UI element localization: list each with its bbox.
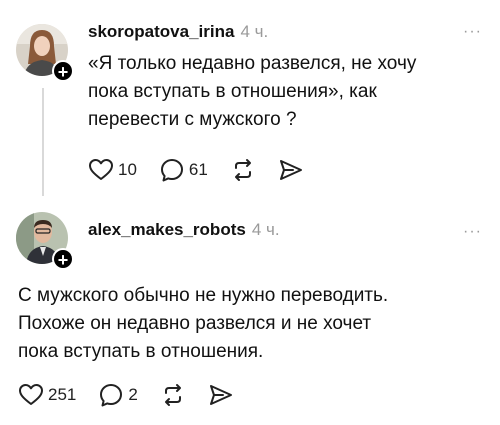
- more-options-icon[interactable]: ···: [463, 24, 482, 40]
- follow-plus-icon[interactable]: +: [52, 60, 74, 82]
- username[interactable]: alex_makes_robots: [88, 220, 246, 240]
- post-text-line: С мужского обычно не нужно переводить.: [18, 285, 389, 306]
- post-text-line: перевести с мужского ?: [88, 109, 297, 130]
- repost-button[interactable]: [160, 383, 186, 407]
- share-icon: [209, 385, 232, 405]
- post-actions: 10 61: [88, 157, 326, 183]
- heart-icon: [19, 384, 43, 405]
- like-count: 10: [118, 160, 137, 179]
- avatar[interactable]: +: [16, 24, 74, 82]
- repost-button[interactable]: [230, 158, 256, 182]
- post-actions: 251 2: [18, 382, 256, 408]
- share-icon: [279, 160, 302, 180]
- heart-icon: [89, 159, 113, 180]
- follow-plus-icon[interactable]: +: [52, 248, 74, 270]
- post-text-line: Похоже он недавно развелся и не хочет: [18, 313, 372, 334]
- thread-line: [42, 88, 44, 196]
- post-text-line: «Я только недавно развелся, не хочу: [88, 53, 417, 74]
- comment-icon: [100, 384, 123, 407]
- like-button[interactable]: 10: [88, 158, 137, 182]
- post-header: skoropatova_irina 4 ч.: [88, 22, 268, 42]
- comment-icon: [160, 159, 183, 182]
- reply-count: 61: [188, 160, 208, 179]
- username[interactable]: skoropatova_irina: [88, 22, 234, 42]
- timestamp: 4 ч.: [240, 22, 269, 41]
- repost-icon: [234, 159, 251, 181]
- post: + alex_makes_robots 4 ч. ··· С мужского …: [0, 200, 500, 425]
- share-button[interactable]: [278, 158, 304, 182]
- reply-button[interactable]: 61: [159, 157, 208, 183]
- reply-button[interactable]: 2: [98, 382, 138, 408]
- post-text-line: пока вступать в отношения.: [18, 341, 264, 362]
- post-header: alex_makes_robots 4 ч.: [88, 220, 280, 240]
- post-text: С мужского обычно не нужно переводить. П…: [18, 282, 388, 366]
- post: + skoropatova_irina 4 ч. ··· «Я только н…: [0, 0, 500, 200]
- reply-count: 2: [128, 385, 138, 404]
- post-text-line: пока вступать в отношения», как: [88, 81, 377, 102]
- like-count: 251: [48, 385, 77, 404]
- more-options-icon[interactable]: ···: [463, 224, 482, 240]
- post-text: «Я только недавно развелся, не хочу пока…: [88, 50, 416, 134]
- timestamp: 4 ч.: [251, 220, 280, 239]
- like-button[interactable]: 251: [18, 383, 76, 407]
- repost-icon: [164, 384, 181, 406]
- share-button[interactable]: [208, 383, 234, 407]
- avatar[interactable]: +: [16, 212, 74, 270]
